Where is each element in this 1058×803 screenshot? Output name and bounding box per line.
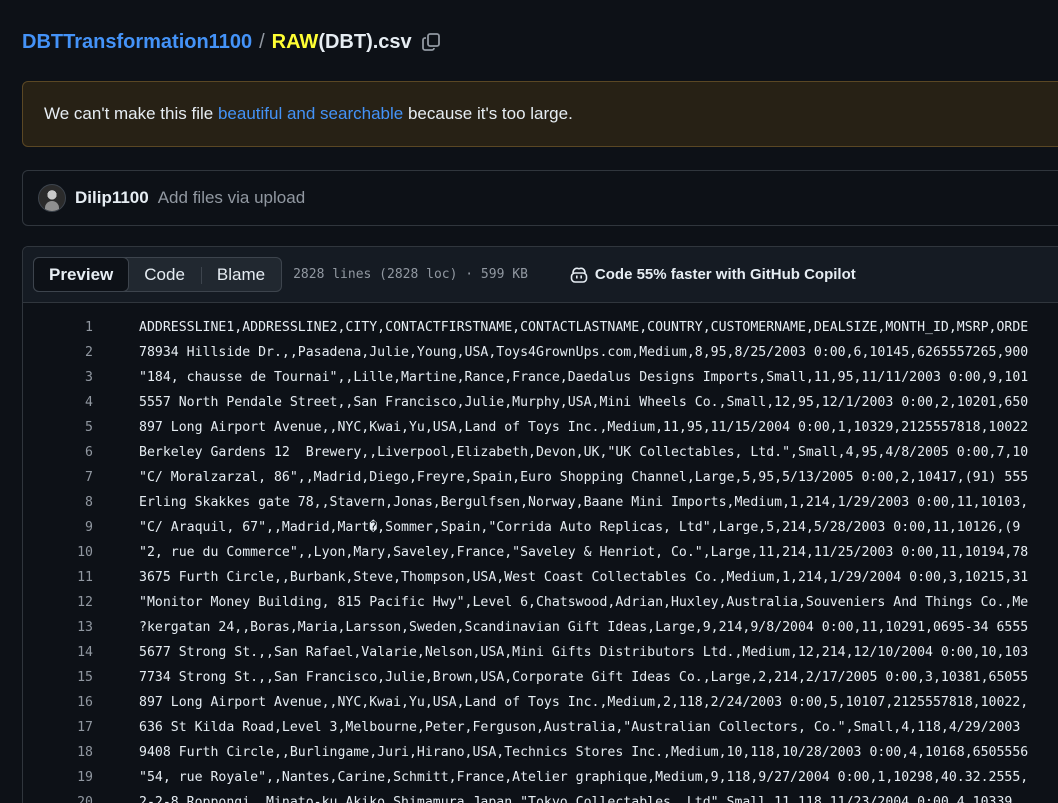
line-content: 7734 Strong St.,,San Francisco,Julie,Bro… (139, 670, 1029, 685)
tab-code[interactable]: Code (128, 258, 201, 291)
file-name-highlight: RAW (271, 30, 319, 53)
copilot-promo-button[interactable]: Code 55% faster with GitHub Copilot (569, 266, 856, 284)
tab-blame[interactable]: Blame (200, 258, 281, 291)
code-line: 16 897 Long Airport Avenue,,NYC,Kwai,Yu,U… (23, 690, 1058, 715)
line-number[interactable]: 19 (23, 770, 93, 785)
line-number[interactable]: 16 (23, 695, 93, 710)
code-line: 18 9408 Furth Circle,,Burlingame,Juri,Hir… (23, 740, 1058, 765)
code-line: 12 "Monitor Money Building, 815 Pacific H… (23, 590, 1058, 615)
code-view: 1 ADDRESSLINE1,ADDRESSLINE2,CITY,CONTACTF… (23, 303, 1058, 803)
line-number[interactable]: 8 (23, 495, 93, 510)
code-line: 15 7734 Strong St.,,San Francisco,Julie,B… (23, 665, 1058, 690)
line-content: "Monitor Money Building, 815 Pacific Hwy… (139, 595, 1029, 610)
banner-text-after: because it's too large. (407, 104, 573, 123)
line-content: 78934 Hillside Dr.,,Pasadena,Julie,Young… (139, 345, 1029, 360)
line-content: 636 St Kilda Road,Level 3,Melbourne,Pete… (139, 720, 1021, 735)
line-content: "184, chausse de Tournai",,Lille,Martine… (139, 370, 1029, 385)
code-line: 19 "54, rue Royale",,Nantes,Carine,Schmit… (23, 765, 1058, 790)
line-number[interactable]: 15 (23, 670, 93, 685)
line-content: "54, rue Royale",,Nantes,Carine,Schmitt,… (139, 770, 1029, 785)
line-number[interactable]: 6 (23, 445, 93, 460)
view-mode-switch: Preview Code Blame (33, 257, 283, 292)
file-too-large-banner: We can't make this file beautiful and se… (22, 81, 1058, 147)
breadcrumb: DBTTransformation1100 / RAW(DBT).csv (22, 29, 442, 55)
code-line: 17 636 St Kilda Road,Level 3,Melbourne,Pe… (23, 715, 1058, 740)
line-number[interactable]: 20 (23, 795, 93, 803)
line-content: 897 Long Airport Avenue,,NYC,Kwai,Yu,USA… (139, 420, 1029, 435)
latest-commit-box: Dilip1100 Add files via upload (22, 170, 1058, 226)
breadcrumb-separator: / (259, 30, 265, 53)
line-content: ?kergatan 24,,Boras,Maria,Larsson,Sweden… (139, 620, 1029, 635)
code-line: 3 "184, chausse de Tournai",,Lille,Martin… (23, 365, 1058, 390)
commit-message[interactable]: Add files via upload (158, 188, 305, 208)
code-line: 8 Erling Skakkes gate 78,,Stavern,Jonas,B… (23, 490, 1058, 515)
code-line: 10 "2, rue du Commerce",,Lyon,Mary,Savele… (23, 540, 1058, 565)
line-content: 5677 Strong St.,,San Rafael,Valarie,Nels… (139, 645, 1029, 660)
line-number[interactable]: 4 (23, 395, 93, 410)
line-number[interactable]: 14 (23, 645, 93, 660)
commit-author[interactable]: Dilip1100 (75, 188, 149, 208)
file-name-rest: (DBT).csv (318, 30, 412, 53)
line-number[interactable]: 7 (23, 470, 93, 485)
line-number[interactable]: 2 (23, 345, 93, 360)
code-line: 20 2-2-8 Roppongi,,Minato-ku,Akiko,Shimam… (23, 790, 1058, 803)
code-line: 5 897 Long Airport Avenue,,NYC,Kwai,Yu,US… (23, 415, 1058, 440)
copilot-text: Code 55% faster with GitHub Copilot (594, 266, 856, 283)
code-line: 7 "C/ Moralzarzal, 86",,Madrid,Diego,Frey… (23, 465, 1058, 490)
line-content: Berkeley Gardens 12 Brewery,,Liverpool,E… (139, 445, 1029, 460)
page: DBTTransformation1100 / RAW(DBT).csv We … (0, 0, 1058, 803)
line-number[interactable]: 5 (23, 420, 93, 435)
line-content: 2-2-8 Roppongi,,Minato-ku,Akiko,Shimamur… (139, 795, 1021, 803)
copilot-icon (569, 266, 589, 284)
code-line: 11 3675 Furth Circle,,Burbank,Steve,Thomp… (23, 565, 1058, 590)
code-line: 9 "C/ Araquil, 67",,Madrid,Mart�,Sommer,S… (23, 515, 1058, 540)
code-line: 2 78934 Hillside Dr.,,Pasadena,Julie,Youn… (23, 340, 1058, 365)
line-number[interactable]: 1 (23, 320, 93, 335)
line-content: 5557 North Pendale Street,,San Francisco… (139, 395, 1029, 410)
line-content: ADDRESSLINE1,ADDRESSLINE2,CITY,CONTACTFI… (139, 320, 1029, 335)
line-number[interactable]: 12 (23, 595, 93, 610)
code-line: 6 Berkeley Gardens 12 Brewery,,Liverpool,… (23, 440, 1058, 465)
line-number[interactable]: 13 (23, 620, 93, 635)
beautiful-searchable-link[interactable]: beautiful and searchable (218, 104, 403, 124)
line-number[interactable]: 17 (23, 720, 93, 735)
code-line: 4 5557 North Pendale Street,,San Francisc… (23, 390, 1058, 415)
line-content: "C/ Moralzarzal, 86",,Madrid,Diego,Freyr… (139, 470, 1029, 485)
line-number[interactable]: 18 (23, 745, 93, 760)
repo-link[interactable]: DBTTransformation1100 (22, 31, 252, 54)
line-content: 9408 Furth Circle,,Burlingame,Juri,Hiran… (139, 745, 1029, 760)
line-number[interactable]: 10 (23, 545, 93, 560)
copy-icon[interactable] (420, 31, 442, 53)
code-line: 14 5677 Strong St.,,San Rafael,Valarie,Ne… (23, 640, 1058, 665)
line-number[interactable]: 3 (23, 370, 93, 385)
file-header: Preview Code Blame 2828 lines (2828 loc)… (23, 247, 1058, 303)
code-line: 13 ?kergatan 24,,Boras,Maria,Larsson,Swed… (23, 615, 1058, 640)
line-content: "2, rue du Commerce",,Lyon,Mary,Saveley,… (139, 545, 1029, 560)
line-content: 3675 Furth Circle,,Burbank,Steve,Thompso… (139, 570, 1029, 585)
line-content: "C/ Araquil, 67",,Madrid,Mart�,Sommer,Sp… (139, 520, 1021, 535)
file-name: RAW(DBT).csv (272, 31, 412, 54)
file-viewer: Preview Code Blame 2828 lines (2828 loc)… (22, 246, 1058, 803)
line-number[interactable]: 11 (23, 570, 93, 585)
banner-text-before: We can't make this file (44, 104, 214, 123)
tab-preview[interactable]: Preview (33, 257, 130, 292)
line-content: Erling Skakkes gate 78,,Stavern,Jonas,Be… (139, 495, 1029, 510)
file-meta: 2828 lines (2828 loc) · 599 KB (293, 267, 528, 282)
line-number[interactable]: 9 (23, 520, 93, 535)
line-content: 897 Long Airport Avenue,,NYC,Kwai,Yu,USA… (139, 695, 1029, 710)
code-line: 1 ADDRESSLINE1,ADDRESSLINE2,CITY,CONTACTF… (23, 315, 1058, 340)
avatar[interactable] (38, 184, 66, 212)
